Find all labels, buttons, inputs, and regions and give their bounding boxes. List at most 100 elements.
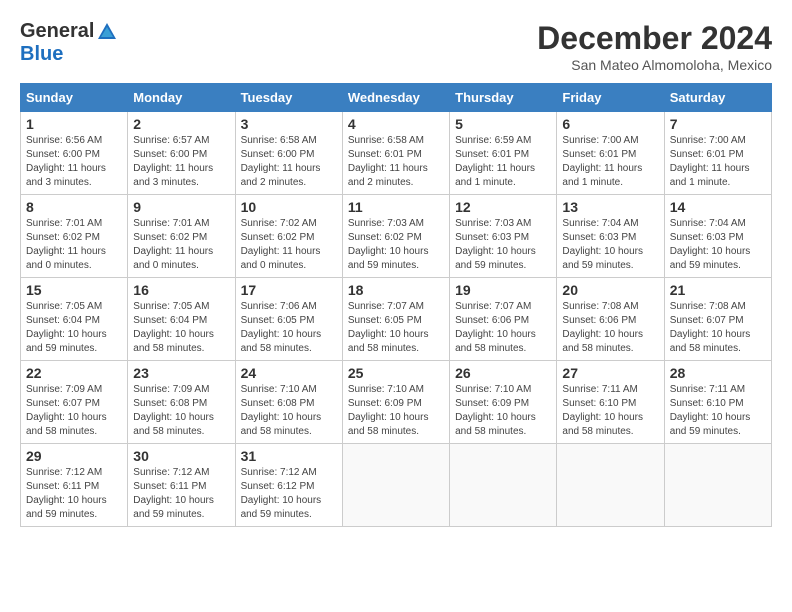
table-row: 12 Sunrise: 7:03 AMSunset: 6:03 PMDayligh… (450, 195, 557, 278)
table-row: 9 Sunrise: 7:01 AMSunset: 6:02 PMDaylight… (128, 195, 235, 278)
table-row: 15 Sunrise: 7:05 AMSunset: 6:04 PMDayligh… (21, 278, 128, 361)
header-saturday: Saturday (664, 84, 771, 112)
day-number: 29 (26, 448, 122, 464)
table-row (557, 444, 664, 527)
day-info: Sunrise: 7:12 AMSunset: 6:12 PMDaylight:… (241, 466, 337, 522)
day-number: 28 (670, 365, 766, 381)
day-number: 21 (670, 282, 766, 298)
table-row: 11 Sunrise: 7:03 AMSunset: 6:02 PMDayligh… (342, 195, 449, 278)
day-info: Sunrise: 7:12 AMSunset: 6:11 PMDaylight:… (26, 466, 122, 522)
day-info: Sunrise: 7:03 AMSunset: 6:03 PMDaylight:… (455, 217, 551, 273)
calendar-header-row: Sunday Monday Tuesday Wednesday Thursday… (21, 84, 772, 112)
logo-blue: Blue (20, 43, 63, 65)
day-info: Sunrise: 6:57 AMSunset: 6:00 PMDaylight:… (133, 134, 229, 190)
title-area: December 2024 San Mateo Almomoloha, Mexi… (537, 20, 772, 73)
calendar-table: Sunday Monday Tuesday Wednesday Thursday… (20, 83, 772, 527)
day-info: Sunrise: 6:58 AMSunset: 6:00 PMDaylight:… (241, 134, 337, 190)
day-number: 31 (241, 448, 337, 464)
calendar-week-4: 22Sunrise: 7:09 AMSunset: 6:07 PMDayligh… (21, 361, 772, 444)
calendar-week-1: 1 Sunrise: 6:56 AMSunset: 6:00 PMDaylight… (21, 112, 772, 195)
day-info: Sunrise: 7:00 AMSunset: 6:01 PMDaylight:… (670, 134, 766, 190)
table-row: 24 Sunrise: 7:10 AMSunset: 6:08 PMDayligh… (235, 361, 342, 444)
table-row: 3 Sunrise: 6:58 AMSunset: 6:00 PMDaylight… (235, 112, 342, 195)
day-number: 17 (241, 282, 337, 298)
table-row: 31 Sunrise: 7:12 AMSunset: 6:12 PMDayligh… (235, 444, 342, 527)
table-row: 22Sunrise: 7:09 AMSunset: 6:07 PMDayligh… (21, 361, 128, 444)
day-number: 2 (133, 116, 229, 132)
table-row: 23 Sunrise: 7:09 AMSunset: 6:08 PMDayligh… (128, 361, 235, 444)
day-info: Sunrise: 7:07 AMSunset: 6:06 PMDaylight:… (455, 300, 551, 356)
table-row: 10 Sunrise: 7:02 AMSunset: 6:02 PMDayligh… (235, 195, 342, 278)
day-number: 12 (455, 199, 551, 215)
table-row: 4Sunrise: 6:58 AMSunset: 6:01 PMDaylight… (342, 112, 449, 195)
page-subtitle: San Mateo Almomoloha, Mexico (537, 57, 772, 73)
day-number: 6 (562, 116, 658, 132)
table-row: 30 Sunrise: 7:12 AMSunset: 6:11 PMDayligh… (128, 444, 235, 527)
day-number: 11 (348, 199, 444, 215)
table-row: 14 Sunrise: 7:04 AMSunset: 6:03 PMDayligh… (664, 195, 771, 278)
day-info: Sunrise: 7:09 AMSunset: 6:08 PMDaylight:… (133, 383, 229, 439)
calendar-week-3: 15 Sunrise: 7:05 AMSunset: 6:04 PMDayligh… (21, 278, 772, 361)
day-number: 20 (562, 282, 658, 298)
logo-general: General (20, 20, 94, 43)
header: General Blue December 2024 San Mateo Alm… (20, 20, 772, 73)
calendar-week-2: 8 Sunrise: 7:01 AMSunset: 6:02 PMDaylight… (21, 195, 772, 278)
table-row: 7 Sunrise: 7:00 AMSunset: 6:01 PMDaylight… (664, 112, 771, 195)
table-row: 8 Sunrise: 7:01 AMSunset: 6:02 PMDaylight… (21, 195, 128, 278)
day-info: Sunrise: 7:12 AMSunset: 6:11 PMDaylight:… (133, 466, 229, 522)
day-info: Sunrise: 7:07 AMSunset: 6:05 PMDaylight:… (348, 300, 444, 356)
day-number: 7 (670, 116, 766, 132)
table-row: 5Sunrise: 6:59 AMSunset: 6:01 PMDaylight… (450, 112, 557, 195)
day-info: Sunrise: 7:04 AMSunset: 6:03 PMDaylight:… (670, 217, 766, 273)
day-info: Sunrise: 7:02 AMSunset: 6:02 PMDaylight:… (241, 217, 337, 273)
day-number: 30 (133, 448, 229, 464)
day-info: Sunrise: 7:08 AMSunset: 6:06 PMDaylight:… (562, 300, 658, 356)
day-number: 14 (670, 199, 766, 215)
page-title: December 2024 (537, 20, 772, 57)
table-row: 19 Sunrise: 7:07 AMSunset: 6:06 PMDayligh… (450, 278, 557, 361)
day-number: 10 (241, 199, 337, 215)
day-number: 15 (26, 282, 122, 298)
day-info: Sunrise: 7:10 AMSunset: 6:09 PMDaylight:… (455, 383, 551, 439)
day-info: Sunrise: 7:06 AMSunset: 6:05 PMDaylight:… (241, 300, 337, 356)
logo-icon (96, 21, 118, 43)
day-number: 5 (455, 116, 551, 132)
day-info: Sunrise: 7:10 AMSunset: 6:08 PMDaylight:… (241, 383, 337, 439)
table-row (664, 444, 771, 527)
day-info: Sunrise: 6:58 AMSunset: 6:01 PMDaylight:… (348, 134, 444, 190)
day-info: Sunrise: 7:05 AMSunset: 6:04 PMDaylight:… (26, 300, 122, 356)
day-info: Sunrise: 7:04 AMSunset: 6:03 PMDaylight:… (562, 217, 658, 273)
day-number: 25 (348, 365, 444, 381)
logo: General Blue (20, 20, 120, 66)
table-row: 26Sunrise: 7:10 AMSunset: 6:09 PMDayligh… (450, 361, 557, 444)
day-number: 16 (133, 282, 229, 298)
day-info: Sunrise: 7:01 AMSunset: 6:02 PMDaylight:… (133, 217, 229, 273)
day-number: 23 (133, 365, 229, 381)
day-number: 24 (241, 365, 337, 381)
table-row (450, 444, 557, 527)
table-row: 28 Sunrise: 7:11 AMSunset: 6:10 PMDayligh… (664, 361, 771, 444)
day-info: Sunrise: 7:11 AMSunset: 6:10 PMDaylight:… (562, 383, 658, 439)
table-row: 6Sunrise: 7:00 AMSunset: 6:01 PMDaylight… (557, 112, 664, 195)
table-row: 16 Sunrise: 7:05 AMSunset: 6:04 PMDayligh… (128, 278, 235, 361)
day-info: Sunrise: 6:56 AMSunset: 6:00 PMDaylight:… (26, 134, 122, 190)
day-number: 19 (455, 282, 551, 298)
table-row: 17 Sunrise: 7:06 AMSunset: 6:05 PMDayligh… (235, 278, 342, 361)
day-number: 8 (26, 199, 122, 215)
table-row: 13Sunrise: 7:04 AMSunset: 6:03 PMDayligh… (557, 195, 664, 278)
table-row: 2 Sunrise: 6:57 AMSunset: 6:00 PMDaylight… (128, 112, 235, 195)
day-info: Sunrise: 7:10 AMSunset: 6:09 PMDaylight:… (348, 383, 444, 439)
day-info: Sunrise: 7:11 AMSunset: 6:10 PMDaylight:… (670, 383, 766, 439)
day-number: 3 (241, 116, 337, 132)
day-number: 1 (26, 116, 122, 132)
day-info: Sunrise: 7:05 AMSunset: 6:04 PMDaylight:… (133, 300, 229, 356)
calendar-week-5: 29 Sunrise: 7:12 AMSunset: 6:11 PMDayligh… (21, 444, 772, 527)
table-row: 20 Sunrise: 7:08 AMSunset: 6:06 PMDayligh… (557, 278, 664, 361)
day-info: Sunrise: 7:03 AMSunset: 6:02 PMDaylight:… (348, 217, 444, 273)
table-row: 25 Sunrise: 7:10 AMSunset: 6:09 PMDayligh… (342, 361, 449, 444)
header-tuesday: Tuesday (235, 84, 342, 112)
day-number: 9 (133, 199, 229, 215)
header-sunday: Sunday (21, 84, 128, 112)
table-row (342, 444, 449, 527)
day-info: Sunrise: 7:01 AMSunset: 6:02 PMDaylight:… (26, 217, 122, 273)
